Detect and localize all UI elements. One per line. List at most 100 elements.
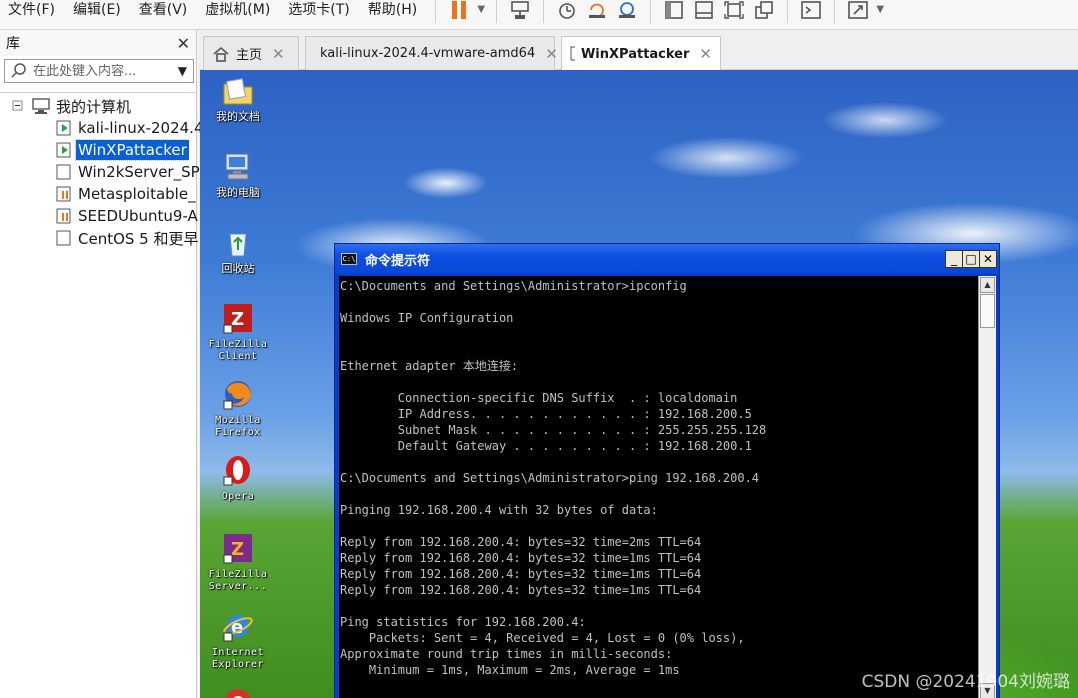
- library-search: ▼: [4, 59, 194, 83]
- cmd-scrollbar[interactable]: ▲ ▼: [978, 276, 996, 698]
- computer-icon: [32, 98, 50, 114]
- tab-label: 主页: [236, 48, 263, 63]
- search-dropdown-arrow[interactable]: ▼: [172, 64, 193, 78]
- desktop-icon-label: FileZilla Client: [208, 339, 268, 362]
- tree-root-label: 我的计算机: [56, 97, 132, 116]
- desktop-icon-filezilla-client[interactable]: Z FileZilla Client: [202, 302, 274, 363]
- desktop-icon-firefox[interactable]: Mozilla Firefox: [202, 378, 274, 439]
- scroll-thumb[interactable]: [980, 294, 995, 328]
- pause-button[interactable]: [444, 0, 474, 23]
- cmd-line: Ping statistics for 192.168.200.4:: [340, 615, 586, 629]
- library-tree: 我的计算机 kali-linux-2024.4 WinXPattacker Wi…: [0, 92, 204, 692]
- desktop-icon-label: 我的文档: [216, 110, 260, 123]
- menu-vm[interactable]: 虚拟机(M): [197, 0, 278, 22]
- chrome-icon-partial[interactable]: [222, 686, 254, 698]
- cmd-line: Subnet Mask . . . . . . . . . . . : 255.…: [340, 423, 767, 437]
- library-close-button[interactable]: ✕: [177, 34, 190, 53]
- snapshot-button[interactable]: [552, 0, 582, 23]
- send-ctrl-alt-del-button[interactable]: [505, 0, 535, 23]
- fullscreen-button[interactable]: [719, 0, 749, 23]
- tab-kali[interactable]: kali-linux-2024.4-vmware-amd64 ✕: [305, 36, 558, 70]
- vm-off-icon: [56, 164, 71, 180]
- terminal-icon: [801, 0, 822, 19]
- collapse-icon[interactable]: [12, 100, 24, 112]
- filezilla-client-icon: Z: [221, 302, 255, 336]
- cmd-output[interactable]: C:\Documents and Settings\Administrator>…: [339, 276, 978, 698]
- menu-edit[interactable]: 编辑(E): [65, 0, 129, 22]
- desktop-icon-label: Internet Explorer: [211, 647, 265, 670]
- vm-paused-icon: [56, 208, 71, 224]
- tab-label: WinXPattacker: [580, 46, 690, 62]
- library-title: 库: [6, 36, 20, 52]
- tree-item-vm-selected[interactable]: WinXPattacker: [54, 139, 189, 161]
- desktop-icon-label: Mozilla Firefox: [215, 415, 261, 438]
- close-button[interactable]: ✕: [979, 250, 997, 268]
- scroll-up-arrow[interactable]: ▲: [980, 277, 995, 293]
- network-icon: [511, 0, 530, 19]
- filezilla-server-icon: Z: [221, 532, 255, 566]
- toolbar: ▼ ▼: [427, 0, 887, 25]
- tree-item-vm[interactable]: Win2kServer_SP: [54, 161, 202, 183]
- thumbnail-bar-button[interactable]: [689, 0, 719, 23]
- tab-close-button[interactable]: ✕: [545, 45, 558, 63]
- menu-help[interactable]: 帮助(H): [360, 0, 425, 22]
- cmd-title: 命令提示符: [365, 253, 431, 269]
- tree-item-vm[interactable]: Metasploitable_: [54, 183, 198, 205]
- maximize-button[interactable]: □: [962, 250, 980, 268]
- snapshot-manager-button[interactable]: [612, 0, 642, 23]
- revert-snapshot-button[interactable]: [582, 0, 612, 23]
- minimize-button[interactable]: _: [945, 250, 963, 268]
- desktop-icon-my-documents[interactable]: 我的文档: [202, 74, 274, 123]
- library-search-input[interactable]: [33, 63, 172, 79]
- menu-tabs[interactable]: 选项卡(T): [280, 0, 357, 22]
- cmd-line: Pinging 192.168.200.4 with 32 bytes of d…: [340, 503, 658, 517]
- desktop-icon-opera[interactable]: Opera: [202, 454, 274, 503]
- toolbar-divider: [543, 0, 545, 23]
- desktop-icon-filezilla-server[interactable]: Z FileZilla Server...: [202, 532, 274, 593]
- vm-display[interactable]: 我的文档 我的电脑 回收站 Z FileZilla Client Mozilla…: [200, 70, 1078, 698]
- cmd-icon: C:\: [341, 253, 357, 265]
- desktop-icon-recycle-bin[interactable]: 回收站: [202, 226, 274, 275]
- cmd-title-bar[interactable]: C:\ 命令提示符 _ □ ✕: [335, 244, 999, 274]
- tree-item-label: SEEDUbuntu9-A: [78, 207, 198, 225]
- menu-file[interactable]: 文件(F): [0, 0, 63, 22]
- library-header: 库 ✕: [0, 30, 196, 56]
- cmd-line: Default Gateway . . . . . . . . . : 192.…: [340, 439, 752, 453]
- desktop-icon-my-computer[interactable]: 我的电脑: [202, 150, 274, 199]
- command-prompt-window[interactable]: C:\ 命令提示符 _ □ ✕ C:\Documents and Setting…: [334, 243, 1000, 698]
- tree-item-label: kali-linux-2024.4: [78, 119, 204, 137]
- stretch-button[interactable]: [843, 0, 873, 23]
- cmd-line: C:\Documents and Settings\Administrator>…: [340, 471, 760, 485]
- desktop-icon-label: FileZilla Server...: [208, 569, 268, 592]
- vm-off-icon: [56, 230, 71, 246]
- recycle-bin-icon: [221, 226, 255, 260]
- chrome-icon: [225, 689, 251, 698]
- cmd-line: Reply from 192.168.200.4: bytes=32 time=…: [340, 583, 702, 597]
- cmd-line: Reply from 192.168.200.4: bytes=32 time=…: [340, 535, 702, 549]
- menu-view[interactable]: 查看(V): [131, 0, 196, 22]
- tree-item-label: WinXPattacker: [75, 139, 189, 161]
- tree-root-my-computer[interactable]: 我的计算机: [12, 95, 133, 117]
- tab-home[interactable]: 主页 ✕: [203, 36, 299, 70]
- vm-paused-icon: [56, 186, 71, 202]
- tab-close-button[interactable]: ✕: [272, 45, 285, 63]
- tab-close-button[interactable]: ✕: [699, 45, 712, 63]
- show-library-button[interactable]: [659, 0, 689, 23]
- unity-button[interactable]: [749, 0, 779, 23]
- tree-item-vm[interactable]: kali-linux-2024.4: [54, 117, 206, 139]
- cmd-line: Approximate round trip times in milli-se…: [340, 647, 673, 661]
- internet-explorer-icon: e: [221, 610, 255, 644]
- desktop-icon-internet-explorer[interactable]: e Internet Explorer: [202, 610, 274, 671]
- tree-item-vm[interactable]: SEEDUbuntu9-A: [54, 205, 200, 227]
- stretch-menu-caret[interactable]: ▼: [873, 0, 887, 23]
- tab-winxp[interactable]: WinXPattacker ✕: [561, 36, 721, 71]
- svg-text:Z: Z: [231, 309, 244, 330]
- power-menu-caret[interactable]: ▼: [474, 0, 488, 23]
- tree-item-vm[interactable]: CentOS 5 和更早: [54, 227, 201, 249]
- console-button[interactable]: [796, 0, 826, 23]
- tab-bar: 主页 ✕ kali-linux-2024.4-vmware-amd64 ✕ Wi…: [199, 30, 1078, 71]
- snapshot-icon: [559, 2, 576, 19]
- watermark-text: CSDN @20241904刘婉璐: [861, 672, 1070, 692]
- cmd-output-text: C:\Documents and Settings\Administrator>…: [340, 278, 978, 678]
- cmd-line: C:\Documents and Settings\Administrator>…: [340, 279, 687, 293]
